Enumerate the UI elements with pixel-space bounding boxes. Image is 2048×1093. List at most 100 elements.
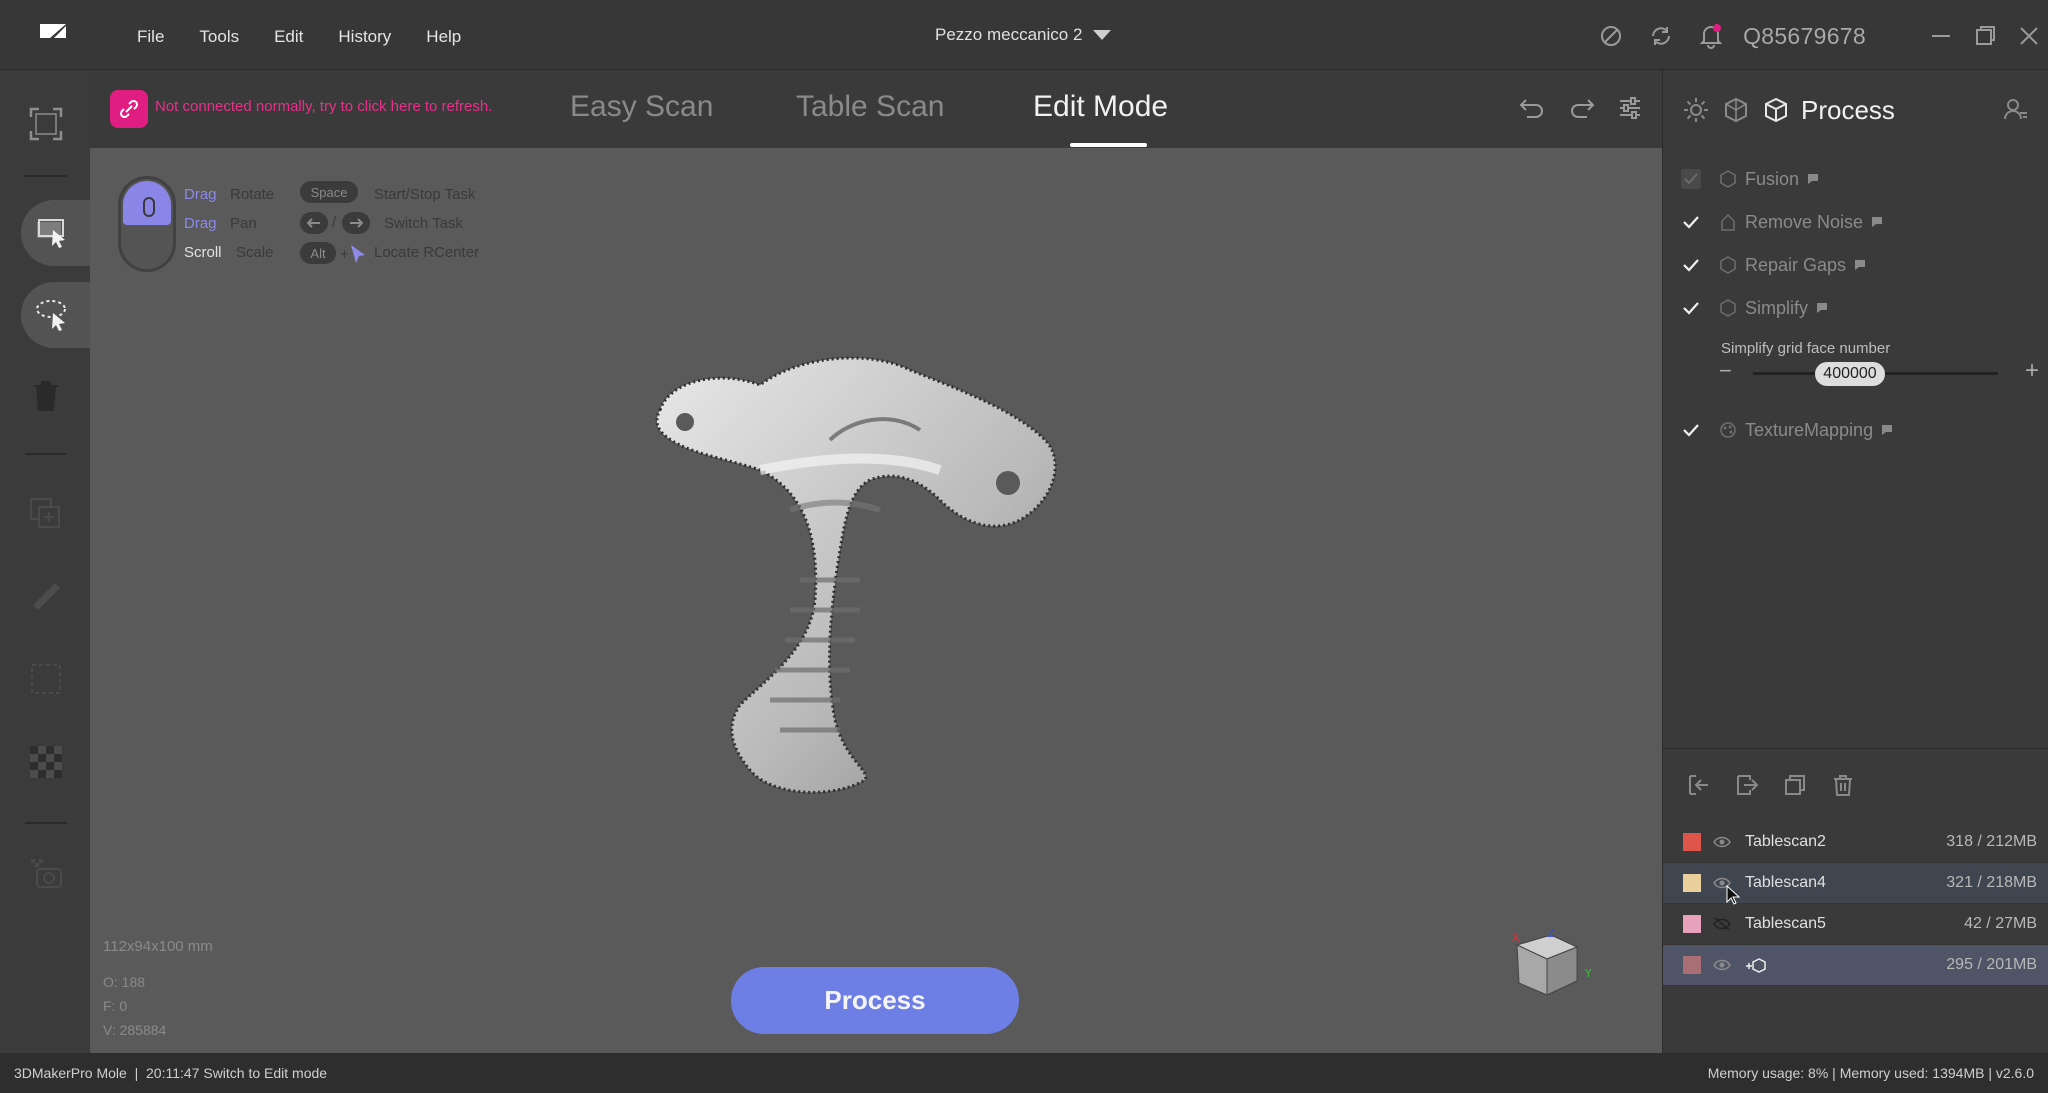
toolbar-divider xyxy=(25,822,67,824)
chevron-down-icon xyxy=(1093,30,1112,40)
menu-history[interactable]: History xyxy=(338,27,391,47)
simplify-icon xyxy=(1719,299,1737,317)
app-logo-icon xyxy=(38,22,68,40)
decrease-button[interactable]: − xyxy=(1719,358,1732,384)
status-memory: Memory usage: 8% | Memory used: 1394MB |… xyxy=(1707,1065,2034,1081)
simplify-checkbox[interactable] xyxy=(1681,298,1701,318)
process-cube-icon xyxy=(1763,97,1789,123)
hint-locate: Locate RCenter xyxy=(374,244,480,261)
texture-mapping-checkbox[interactable] xyxy=(1681,420,1701,440)
brightness-icon[interactable] xyxy=(1683,97,1709,123)
scanned-model[interactable] xyxy=(640,350,1070,800)
process-item-label: Repair Gaps xyxy=(1745,254,1847,275)
eye-hidden-icon[interactable] xyxy=(1713,917,1731,931)
mouse-cursor-icon xyxy=(1726,885,1740,905)
scan-item-tablescan2[interactable]: Tablescan2 318 / 212MB xyxy=(1663,822,2048,863)
undo-icon[interactable] xyxy=(1518,96,1546,120)
layer-tools xyxy=(1687,773,1855,797)
process-item-texture-mapping[interactable]: TextureMapping xyxy=(1681,416,1893,444)
cloud-sync-icon[interactable] xyxy=(1599,24,1623,48)
process-panel: Process Fusion Remove Noise Repair Gaps … xyxy=(1662,70,2048,1053)
arrow-right-key-icon xyxy=(342,212,370,234)
cursor-select-icon xyxy=(37,219,65,248)
active-tab-indicator xyxy=(1070,143,1147,147)
scan-color-swatch[interactable] xyxy=(1683,956,1701,974)
menu-tools[interactable]: Tools xyxy=(199,27,239,47)
minimize-icon[interactable] xyxy=(1930,25,1952,47)
measure-ruler-icon[interactable] xyxy=(22,572,70,620)
hint-plus: + xyxy=(340,246,349,263)
tab-edit-mode[interactable]: Edit Mode xyxy=(1033,90,1168,124)
remove-noise-checkbox[interactable] xyxy=(1681,212,1701,232)
hint-slash: / xyxy=(332,214,337,231)
simplify-grid-slider[interactable]: − 400000 + xyxy=(1719,357,2039,388)
info-flag-icon[interactable] xyxy=(1871,216,1883,228)
title-bar: File Tools Edit History Help Pezzo mecca… xyxy=(0,0,2048,70)
scan-color-swatch[interactable] xyxy=(1683,833,1701,851)
settings-sliders-icon[interactable] xyxy=(1618,96,1642,120)
crop-box-icon[interactable] xyxy=(22,655,70,703)
tab-easy-scan[interactable]: Easy Scan xyxy=(570,90,713,124)
process-item-label: Fusion xyxy=(1745,168,1800,189)
snapshot-camera-icon[interactable] xyxy=(22,850,70,898)
disconnected-link-icon[interactable] xyxy=(110,90,148,128)
user-settings-icon[interactable] xyxy=(2003,97,2029,123)
tab-table-scan[interactable]: Table Scan xyxy=(796,90,944,124)
fusion-checkbox xyxy=(1681,169,1701,189)
notification-bell-icon[interactable] xyxy=(1699,23,1723,49)
mouse-icon xyxy=(118,176,176,272)
delete-layer-icon[interactable] xyxy=(1831,773,1855,797)
scan-name: Tablescan5 xyxy=(1745,915,1826,932)
scan-list: Tablescan2 318 / 212MB Tablescan4 321 / … xyxy=(1663,822,2048,986)
orientation-cube-icon[interactable]: X Z Y xyxy=(1505,927,1597,1003)
increase-button[interactable]: + xyxy=(2025,357,2039,385)
close-icon[interactable] xyxy=(2018,25,2040,47)
menu-file[interactable]: File xyxy=(137,27,164,47)
process-item-label: Remove Noise xyxy=(1745,211,1864,232)
svg-text:X: X xyxy=(1512,931,1520,944)
hint-pan-label: Pan xyxy=(230,215,257,232)
trash-icon[interactable] xyxy=(22,372,70,420)
maximize-icon[interactable] xyxy=(1974,25,1996,47)
app-window: File Tools Edit History Help Pezzo mecca… xyxy=(0,0,2048,1093)
mesh-icon[interactable] xyxy=(1723,97,1749,123)
export-icon[interactable] xyxy=(1735,773,1759,797)
redo-icon[interactable] xyxy=(1568,96,1596,120)
repair-gaps-checkbox[interactable] xyxy=(1681,255,1701,275)
duplicate-icon[interactable] xyxy=(1783,773,1807,797)
info-flag-icon[interactable] xyxy=(1816,302,1828,314)
arrow-left-key-icon xyxy=(300,212,328,234)
scan-color-swatch[interactable] xyxy=(1683,915,1701,933)
eye-icon[interactable] xyxy=(1713,959,1731,971)
process-button[interactable]: Process xyxy=(731,967,1019,1034)
simplify-value-field[interactable]: 400000 xyxy=(1815,362,1885,386)
cursor-pointer-icon xyxy=(350,244,366,264)
info-flag-icon[interactable] xyxy=(1881,424,1893,436)
edit-toolbar xyxy=(1518,96,1642,120)
process-item-simplify[interactable]: Simplify xyxy=(1681,294,1828,322)
info-flag-icon[interactable] xyxy=(1854,259,1866,271)
scan-item-merged[interactable]: 295 / 201MB xyxy=(1663,945,2048,986)
refresh-icon[interactable] xyxy=(1649,24,1673,48)
fit-view-icon[interactable] xyxy=(22,100,70,148)
scan-size: 42 / 27MB xyxy=(1964,915,2037,932)
process-item-repair-gaps[interactable]: Repair Gaps xyxy=(1681,251,1866,279)
toolbar-divider xyxy=(25,175,67,177)
scan-item-tablescan4[interactable]: Tablescan4 321 / 218MB xyxy=(1663,863,2048,905)
add-layer-icon[interactable] xyxy=(22,490,70,538)
project-selector[interactable]: Pezzo meccanico 2 xyxy=(935,25,1112,45)
user-id[interactable]: Q85679678 xyxy=(1743,23,1866,50)
texture-checker-icon[interactable] xyxy=(22,738,70,786)
connection-warning[interactable]: Not connected normally, try to click her… xyxy=(155,98,492,115)
import-icon[interactable] xyxy=(1687,773,1711,797)
process-item-remove-noise[interactable]: Remove Noise xyxy=(1681,208,1883,236)
scan-color-swatch[interactable] xyxy=(1683,874,1701,892)
info-flag-icon[interactable] xyxy=(1807,173,1819,185)
fusion-icon xyxy=(1719,170,1737,188)
eye-icon[interactable] xyxy=(1713,836,1731,848)
menu-help[interactable]: Help xyxy=(426,27,461,47)
lasso-select-button[interactable] xyxy=(21,282,90,348)
menu-edit[interactable]: Edit xyxy=(274,27,303,47)
select-mode-button[interactable] xyxy=(21,200,90,266)
scan-item-tablescan5[interactable]: Tablescan5 42 / 27MB xyxy=(1663,904,2048,945)
